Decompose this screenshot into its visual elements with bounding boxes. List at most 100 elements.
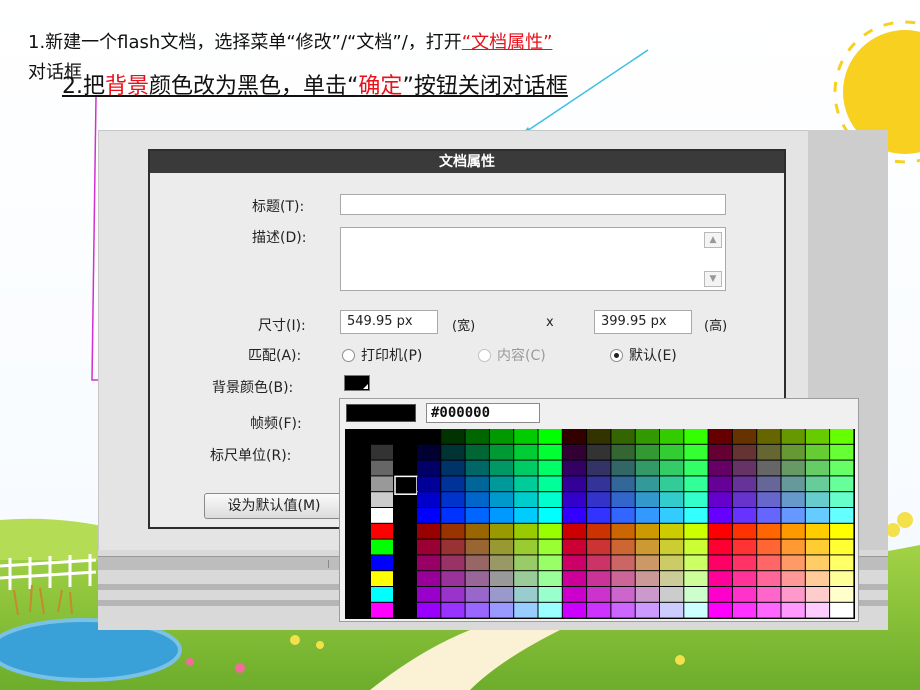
color-swatch[interactable] bbox=[417, 523, 441, 539]
scroll-down-icon[interactable]: ▼ bbox=[704, 271, 722, 287]
color-swatch[interactable] bbox=[805, 602, 830, 618]
color-swatch[interactable] bbox=[538, 602, 562, 618]
color-swatch[interactable] bbox=[441, 571, 465, 586]
color-swatch[interactable] bbox=[611, 539, 635, 555]
color-swatch[interactable] bbox=[732, 587, 757, 602]
color-swatch[interactable] bbox=[587, 571, 611, 586]
color-swatch[interactable] bbox=[489, 523, 514, 539]
color-swatch[interactable] bbox=[611, 460, 635, 476]
color-swatch[interactable] bbox=[441, 460, 465, 476]
color-swatch[interactable] bbox=[514, 555, 538, 571]
color-swatch[interactable] bbox=[732, 555, 757, 571]
color-swatch[interactable] bbox=[371, 523, 393, 539]
radio-default[interactable]: 默认(E) bbox=[610, 345, 677, 365]
color-swatch[interactable] bbox=[684, 429, 708, 444]
color-swatch[interactable] bbox=[757, 602, 781, 618]
color-swatch[interactable] bbox=[635, 444, 659, 460]
color-swatch[interactable] bbox=[757, 429, 781, 444]
color-swatch[interactable] bbox=[587, 460, 611, 476]
color-swatch[interactable] bbox=[538, 429, 562, 444]
color-swatch[interactable] bbox=[441, 539, 465, 555]
color-swatch[interactable] bbox=[635, 571, 659, 586]
color-swatch[interactable] bbox=[805, 444, 830, 460]
color-swatch[interactable] bbox=[781, 571, 805, 586]
color-swatch[interactable] bbox=[587, 476, 611, 492]
color-swatch[interactable] bbox=[805, 587, 830, 602]
color-swatch[interactable] bbox=[371, 587, 393, 602]
color-swatch[interactable] bbox=[538, 523, 562, 539]
color-swatch[interactable] bbox=[465, 444, 489, 460]
color-swatch[interactable] bbox=[611, 602, 635, 618]
color-swatch[interactable] bbox=[562, 523, 587, 539]
color-swatch[interactable] bbox=[732, 571, 757, 586]
color-swatch[interactable] bbox=[781, 587, 805, 602]
color-swatch[interactable] bbox=[514, 602, 538, 618]
color-swatch[interactable] bbox=[805, 523, 830, 539]
color-swatch[interactable] bbox=[684, 444, 708, 460]
color-swatch[interactable] bbox=[441, 429, 465, 444]
color-swatch[interactable] bbox=[635, 555, 659, 571]
color-swatch[interactable] bbox=[635, 508, 659, 523]
color-swatch[interactable] bbox=[441, 508, 465, 523]
color-swatch[interactable] bbox=[830, 508, 854, 523]
color-swatch[interactable] bbox=[830, 571, 854, 586]
color-swatch[interactable] bbox=[757, 492, 781, 507]
color-swatch[interactable] bbox=[538, 476, 562, 492]
color-swatch[interactable] bbox=[732, 539, 757, 555]
color-swatch[interactable] bbox=[587, 492, 611, 507]
color-swatch[interactable] bbox=[562, 587, 587, 602]
color-swatch[interactable] bbox=[660, 523, 684, 539]
radio-contents[interactable]: 内容(C) bbox=[478, 345, 546, 365]
color-swatch[interactable] bbox=[514, 523, 538, 539]
color-swatch[interactable] bbox=[489, 476, 514, 492]
color-swatch[interactable] bbox=[781, 429, 805, 444]
color-swatch[interactable] bbox=[830, 587, 854, 602]
color-swatch[interactable] bbox=[757, 571, 781, 586]
color-swatch[interactable] bbox=[417, 539, 441, 555]
color-swatch[interactable] bbox=[465, 460, 489, 476]
title-input[interactable] bbox=[340, 194, 726, 215]
color-swatch[interactable] bbox=[562, 539, 587, 555]
color-swatch[interactable] bbox=[732, 444, 757, 460]
color-swatch[interactable] bbox=[587, 523, 611, 539]
color-swatch[interactable] bbox=[684, 602, 708, 618]
color-swatch[interactable] bbox=[708, 492, 732, 507]
color-swatch[interactable] bbox=[489, 429, 514, 444]
color-swatch[interactable] bbox=[757, 476, 781, 492]
color-swatch[interactable] bbox=[371, 555, 393, 571]
height-input[interactable]: 399.95 px bbox=[594, 310, 692, 334]
color-swatch[interactable] bbox=[635, 523, 659, 539]
color-swatch[interactable] bbox=[660, 444, 684, 460]
color-swatch[interactable] bbox=[708, 602, 732, 618]
color-swatch[interactable] bbox=[441, 476, 465, 492]
color-swatch[interactable] bbox=[611, 476, 635, 492]
color-swatch[interactable] bbox=[708, 523, 732, 539]
color-swatch[interactable] bbox=[660, 492, 684, 507]
color-swatch[interactable] bbox=[830, 539, 854, 555]
color-swatch[interactable] bbox=[587, 539, 611, 555]
color-swatch[interactable] bbox=[732, 429, 757, 444]
color-swatch[interactable] bbox=[538, 571, 562, 586]
color-swatch[interactable] bbox=[514, 508, 538, 523]
color-swatch[interactable] bbox=[465, 508, 489, 523]
color-swatch[interactable] bbox=[757, 460, 781, 476]
color-swatch[interactable] bbox=[805, 555, 830, 571]
color-swatch[interactable] bbox=[417, 602, 441, 618]
width-input[interactable]: 549.95 px bbox=[340, 310, 438, 334]
color-swatch[interactable] bbox=[635, 460, 659, 476]
color-swatch[interactable] bbox=[635, 492, 659, 507]
color-swatch[interactable] bbox=[805, 508, 830, 523]
color-swatch[interactable] bbox=[781, 555, 805, 571]
background-color-swatch[interactable] bbox=[344, 375, 370, 391]
color-swatch[interactable] bbox=[732, 508, 757, 523]
color-swatch[interactable] bbox=[757, 444, 781, 460]
color-swatch[interactable] bbox=[684, 508, 708, 523]
color-swatch[interactable] bbox=[830, 492, 854, 507]
color-swatch[interactable] bbox=[757, 508, 781, 523]
color-swatch[interactable] bbox=[562, 602, 587, 618]
color-swatch[interactable] bbox=[611, 508, 635, 523]
color-swatch[interactable] bbox=[417, 587, 441, 602]
color-swatch[interactable] bbox=[781, 523, 805, 539]
color-swatch[interactable] bbox=[805, 460, 830, 476]
color-swatch[interactable] bbox=[538, 492, 562, 507]
